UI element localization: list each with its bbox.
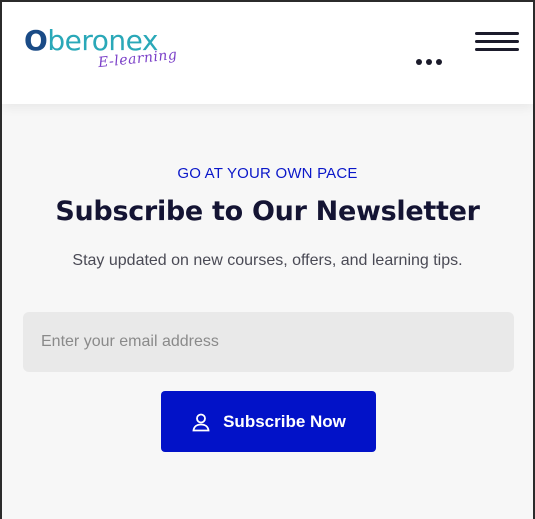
newsletter-title: Subscribe to Our Newsletter xyxy=(55,196,480,227)
menu-bar xyxy=(475,40,519,43)
menu-bar xyxy=(475,32,519,35)
newsletter-eyebrow: GO AT YOUR OWN PACE xyxy=(177,165,358,182)
more-dots-icon[interactable] xyxy=(416,57,450,67)
subscribe-button-label: Subscribe Now xyxy=(223,411,346,431)
brand-logo[interactable]: Oberonex E-learning xyxy=(24,24,184,78)
logo-first-letter: O xyxy=(24,24,48,57)
dot xyxy=(436,59,442,65)
subscribe-button[interactable]: Subscribe Now xyxy=(161,391,376,452)
dot xyxy=(426,59,432,65)
page-viewport: Oberonex E-learning GO AT YOUR OWN PACE … xyxy=(2,2,533,519)
email-input[interactable] xyxy=(23,312,514,372)
site-header: Oberonex E-learning xyxy=(2,2,533,104)
dot xyxy=(416,59,422,65)
user-icon xyxy=(192,413,210,431)
menu-bar xyxy=(475,48,519,51)
hamburger-menu-icon[interactable] xyxy=(475,31,519,57)
newsletter-description: Stay updated on new courses, offers, and… xyxy=(72,252,463,269)
